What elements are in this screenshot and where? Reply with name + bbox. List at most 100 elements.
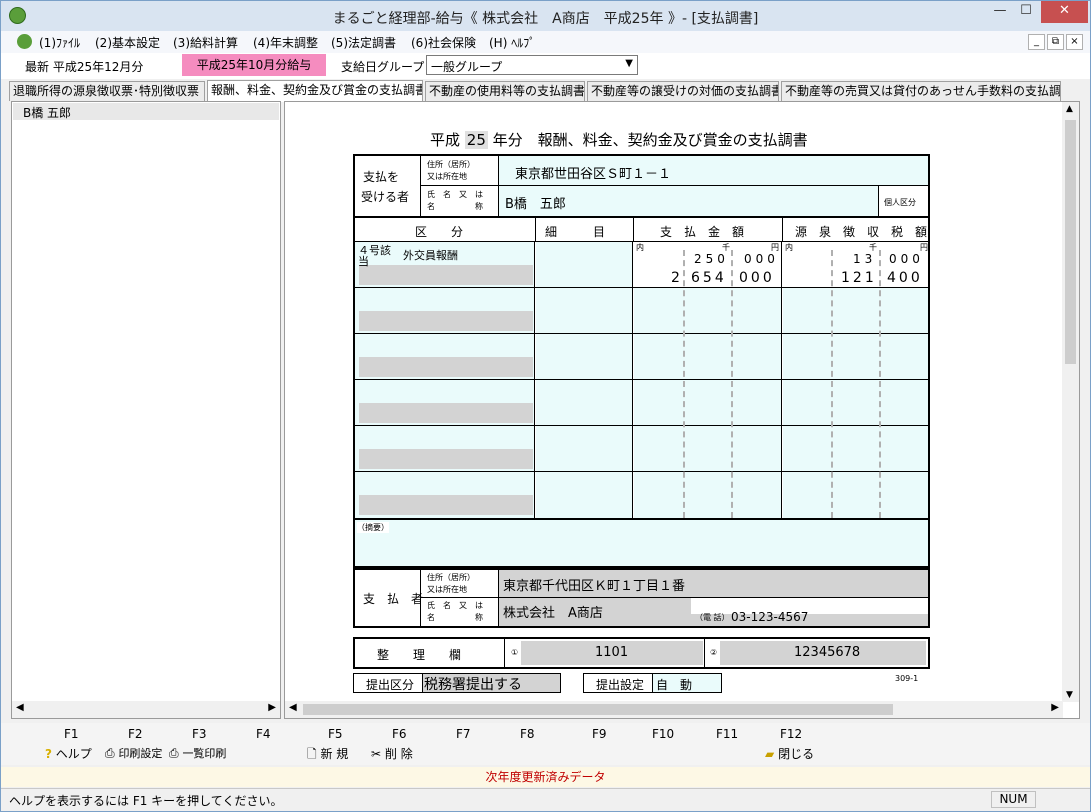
new-action[interactable]: 🗋 新 規: [307, 745, 348, 766]
reference-row: 整 理 欄 ① 1101 ② 12345678: [353, 637, 930, 669]
scroll-up-icon[interactable]: ▲: [1066, 104, 1073, 114]
address-field[interactable]: 東京都世田谷区Ｓ町１－１: [499, 156, 928, 186]
reference-field-2[interactable]: ② 12345678: [706, 639, 928, 667]
payer-name-field[interactable]: 株式会社 A商店 （電 話） 03-123-4567: [499, 598, 928, 626]
tab-real-estate-brokerage[interactable]: 不動産等の売買又は貸付のあっせん手数料の支払調書: [781, 81, 1061, 101]
menu-payroll[interactable]: (3)給料計算: [173, 34, 238, 51]
payer-address-label-1: 住所（居所）: [427, 573, 475, 582]
table-row[interactable]: [355, 288, 928, 334]
row-kubun[interactable]: [355, 334, 535, 379]
help-action[interactable]: ? ヘルプ: [45, 745, 92, 762]
scroll-left-icon[interactable]: ◀: [289, 702, 297, 713]
close-button[interactable]: ✕: [1041, 1, 1088, 23]
tab-real-estate-rent[interactable]: 不動産の使用料等の支払調書: [425, 81, 585, 101]
fkey-f12[interactable]: F12: [780, 727, 802, 741]
menu-file[interactable]: (1)ﾌｧｲﾙ: [39, 34, 80, 51]
fkey-f1[interactable]: F1: [64, 727, 79, 741]
fkey-f9[interactable]: F9: [592, 727, 607, 741]
menu-help[interactable]: (H) ﾍﾙﾌﾟ: [489, 34, 535, 51]
fkey-f8[interactable]: F8: [520, 727, 535, 741]
recipient-label-2: 受ける者: [361, 190, 410, 204]
name-label: 氏 名 又 は 名 称: [421, 186, 499, 216]
submit-kubun[interactable]: 提出区分 税務署提出する: [353, 673, 561, 693]
document-vscrollbar[interactable]: ▲ ▼: [1062, 102, 1079, 702]
row-detail-cell[interactable]: [536, 242, 633, 287]
row-detail-cell[interactable]: [536, 334, 633, 379]
minimize-button[interactable]: —: [987, 1, 1013, 23]
hscroll-thumb[interactable]: [303, 704, 893, 715]
maximize-button[interactable]: ☐: [1013, 1, 1039, 23]
payer-address-field[interactable]: 東京都千代田区Ｋ町１丁目１番: [499, 570, 928, 598]
row-amount-cell[interactable]: [634, 380, 782, 425]
menu-year-end[interactable]: (4)年末調整: [253, 34, 318, 51]
row-tax-cell[interactable]: 内 千 円 13 000 121 400: [783, 242, 928, 287]
name-field[interactable]: B橋 五郎: [499, 186, 879, 216]
row-kubun[interactable]: [355, 288, 535, 333]
submit-setting-label: 提出設定: [596, 678, 645, 692]
row-kubun[interactable]: ４号該 当 外交員報酬: [355, 242, 535, 287]
tab-retirement[interactable]: 退職所得の源泉徴収票･特別徴収票: [9, 81, 205, 101]
chevron-down-icon[interactable]: ▼: [625, 58, 633, 69]
table-row[interactable]: [355, 472, 928, 518]
row-kubun[interactable]: [355, 426, 535, 471]
scroll-down-icon[interactable]: ▼: [1066, 690, 1073, 700]
table-row[interactable]: [355, 380, 928, 426]
table-row[interactable]: [355, 426, 928, 472]
fkey-f3[interactable]: F3: [192, 727, 207, 741]
table-row[interactable]: [355, 334, 928, 380]
row-amount-cell[interactable]: [634, 426, 782, 471]
row-amount-cell[interactable]: [634, 334, 782, 379]
fkey-f4[interactable]: F4: [256, 727, 271, 741]
group-select[interactable]: 一般グループ ▼: [426, 55, 638, 75]
col-amount-header: 支 払 金 額: [660, 225, 745, 239]
delete-action-label: 削 除: [384, 747, 413, 761]
fkey-f6[interactable]: F6: [392, 727, 407, 741]
mdi-close-button[interactable]: ×: [1066, 34, 1083, 50]
scroll-right-icon[interactable]: ▶: [268, 702, 276, 713]
row-detail-cell[interactable]: [536, 472, 633, 518]
tab-real-estate-transfer[interactable]: 不動産等の譲受けの対価の支払調書: [587, 81, 779, 101]
payroll-period-badge[interactable]: 平成25年10月分給与: [182, 54, 326, 76]
document-logo-icon[interactable]: [17, 34, 32, 49]
document-hscrollbar[interactable]: ◀ ▶: [285, 701, 1063, 718]
fkey-f5[interactable]: F5: [328, 727, 343, 741]
menu-statutory[interactable]: (5)法定調書: [331, 34, 396, 51]
mdi-restore-button[interactable]: ⧉: [1047, 34, 1064, 50]
menu-social-insurance[interactable]: (6)社会保険: [411, 34, 476, 51]
reference-mark-1: ①: [511, 648, 519, 657]
submit-setting[interactable]: 提出設定 自 動: [583, 673, 722, 693]
row-tax-cell[interactable]: [783, 288, 928, 333]
list-hscrollbar[interactable]: ◀ ▶: [12, 701, 280, 718]
fkey-f11[interactable]: F11: [716, 727, 738, 741]
delete-action[interactable]: ✂ 削 除: [371, 745, 413, 762]
fkey-f10[interactable]: F10: [652, 727, 674, 741]
form-year[interactable]: 25: [464, 131, 488, 149]
print-setting-action[interactable]: ⎙ 印刷設定: [105, 745, 162, 761]
tab-remuneration[interactable]: 報酬、料金、契約金及び賞金の支払調書: [207, 80, 423, 102]
row-detail-cell[interactable]: [536, 288, 633, 333]
summary-field[interactable]: （摘要）: [355, 518, 928, 566]
fkey-f2[interactable]: F2: [128, 727, 143, 741]
table-row[interactable]: ４号該 当 外交員報酬 内 千 円 250 000 2 654 000 内 千 …: [355, 242, 928, 288]
list-item[interactable]: B橋 五郎: [13, 103, 279, 120]
vscroll-thumb[interactable]: [1065, 120, 1076, 364]
scroll-right-icon[interactable]: ▶: [1051, 702, 1059, 713]
scroll-left-icon[interactable]: ◀: [16, 702, 24, 713]
row-tax-cell[interactable]: [783, 380, 928, 425]
close-action[interactable]: ▰ 閉じる: [765, 745, 814, 762]
row-tax-cell[interactable]: [783, 334, 928, 379]
row-tax-cell[interactable]: [783, 472, 928, 518]
reference-field-1[interactable]: ① 1101: [505, 639, 705, 667]
row-detail-cell[interactable]: [536, 380, 633, 425]
row-kubun[interactable]: [355, 472, 535, 518]
fkey-f7[interactable]: F7: [456, 727, 471, 741]
row-tax-cell[interactable]: [783, 426, 928, 471]
row-amount-cell[interactable]: [634, 288, 782, 333]
mdi-minimize-button[interactable]: _: [1028, 34, 1045, 50]
row-amount-cell[interactable]: 内 千 円 250 000 2 654 000: [634, 242, 782, 287]
row-amount-cell[interactable]: [634, 472, 782, 518]
list-print-action[interactable]: ⎙ 一覧印刷: [169, 745, 226, 761]
row-detail-cell[interactable]: [536, 426, 633, 471]
menu-basic-settings[interactable]: (2)基本設定: [95, 34, 160, 51]
row-kubun[interactable]: [355, 380, 535, 425]
